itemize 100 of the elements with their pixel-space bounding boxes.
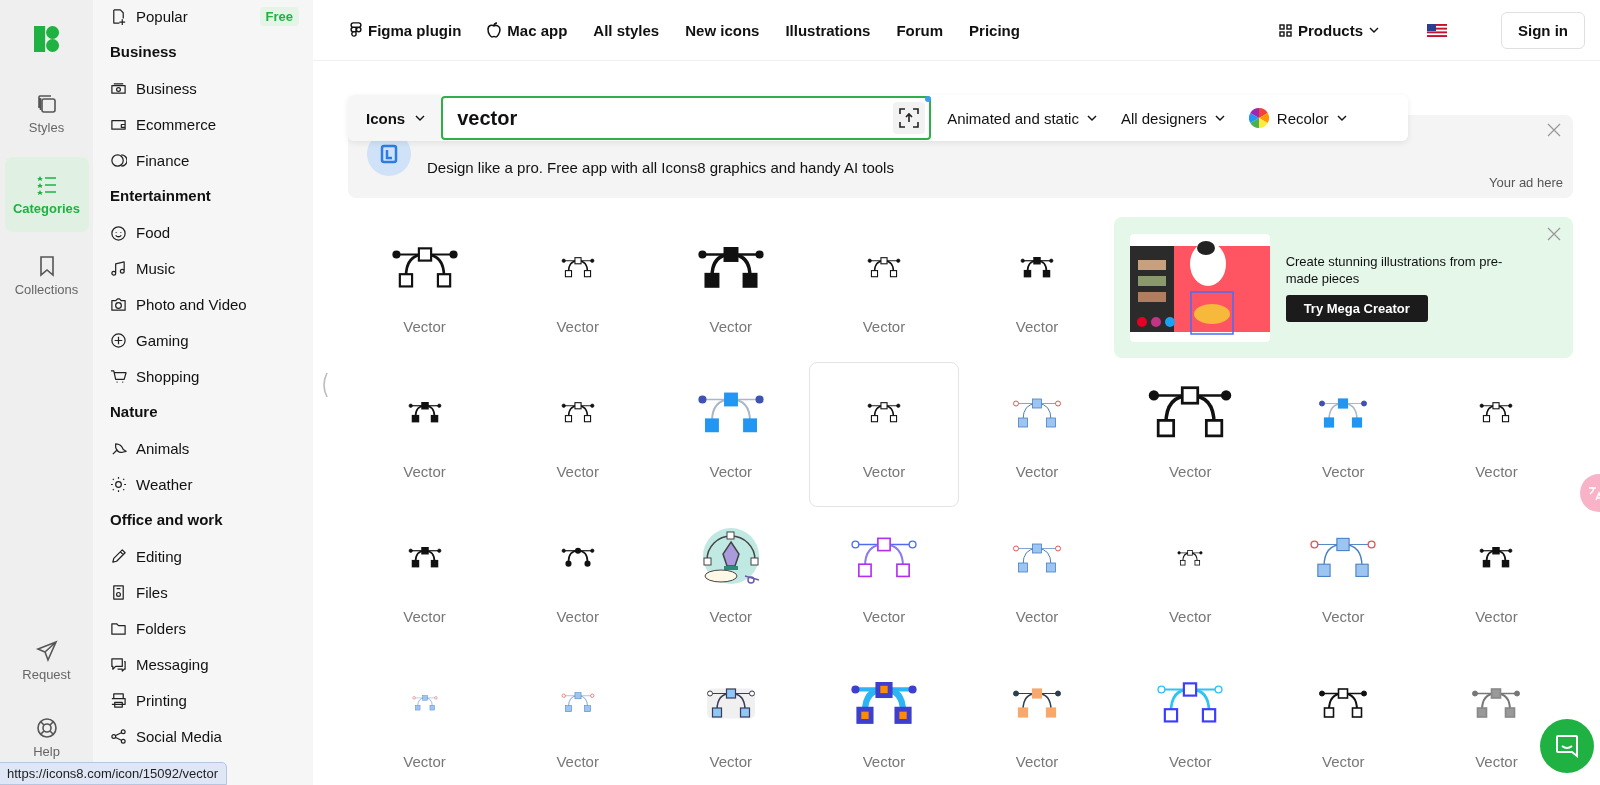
icon-tile[interactable]: Vector [656, 507, 806, 652]
nav-link[interactable]: New icons [685, 21, 760, 39]
icon-tile[interactable]: Vector [503, 507, 653, 652]
ad-note: Your ad here [1489, 175, 1563, 190]
vector-icon [407, 402, 442, 424]
icon-tile[interactable]: Vector [656, 217, 806, 362]
category-link[interactable]: Printing [136, 691, 187, 709]
icon-tile[interactable]: Vector [656, 362, 806, 507]
sign-in-button[interactable]: Sign in [1501, 11, 1585, 49]
filter-dropdown[interactable]: Animated and static [939, 109, 1105, 127]
category-link[interactable]: Social Media [136, 727, 222, 745]
close-icon[interactable] [1547, 123, 1561, 137]
category-link[interactable]: Popular [136, 7, 188, 25]
icon-tile[interactable]: Vector [1115, 652, 1265, 785]
image-search-button[interactable] [893, 102, 926, 134]
chat-icon [110, 655, 127, 673]
chat-button[interactable] [1540, 719, 1594, 773]
icon-tile[interactable]: Vector [1421, 507, 1571, 652]
vector-icon [560, 547, 595, 569]
camera-icon [110, 295, 127, 313]
category-link[interactable]: Files [136, 583, 168, 601]
icon-tile[interactable]: Vector [503, 652, 653, 785]
rail-link[interactable]: Help [4, 704, 89, 763]
free-badge: Free [259, 6, 299, 26]
nav-link[interactable]: Figma plugin [350, 21, 462, 39]
icon-tile[interactable]: Vector [809, 652, 959, 785]
document-plus-icon [110, 7, 127, 25]
icon-tile[interactable]: Vector [809, 507, 959, 652]
category-link[interactable]: Weather [136, 475, 193, 493]
search-field[interactable]: vector [441, 96, 932, 140]
category-link[interactable]: Messaging [136, 655, 209, 673]
vector-icon [849, 681, 918, 725]
category-link[interactable]: Shopping [136, 367, 200, 385]
vector-icon [411, 694, 438, 712]
nav-link[interactable]: Mac app [487, 21, 568, 39]
icon-tile[interactable]: Vector [350, 217, 500, 362]
category-link[interactable]: Business [136, 79, 197, 97]
category-link[interactable]: Animals [136, 439, 190, 457]
category-heading: Office and work [110, 510, 224, 530]
vector-icon [696, 391, 765, 435]
icon-tile[interactable]: Vector [1268, 507, 1418, 652]
icon-tile[interactable]: Vector [503, 362, 653, 507]
paper-plane-icon [34, 639, 59, 663]
icon-tile[interactable]: Vector [1268, 362, 1418, 507]
search-input[interactable]: vector [443, 105, 894, 131]
vector-icon [1147, 386, 1234, 440]
chat-icon [1554, 733, 1580, 759]
icon-tile[interactable]: Vector [350, 362, 500, 507]
nav-link[interactable]: Pricing [969, 21, 1020, 39]
icon-tile[interactable]: Vector [1115, 507, 1265, 652]
nav-link[interactable]: Illustrations [785, 21, 871, 39]
flag-icon[interactable] [1427, 23, 1447, 37]
category-link[interactable]: Finance [136, 151, 190, 169]
rail-tab[interactable]: Styles [4, 80, 89, 147]
vector-icon [390, 246, 459, 290]
vector-icon [1012, 542, 1063, 574]
icon-tile[interactable]: Vector [1421, 362, 1571, 507]
rail-link[interactable]: Request [4, 627, 89, 694]
icon-tile[interactable]: Vector [1115, 362, 1265, 507]
category-link[interactable]: Ecommerce [136, 115, 217, 133]
icon-tile[interactable]: Vector [1268, 652, 1418, 785]
category-link[interactable]: Photo and Video [136, 295, 247, 313]
rail-tab[interactable]: Collections [4, 242, 89, 309]
vector-icon [560, 402, 595, 424]
logo[interactable] [33, 26, 60, 52]
cart-icon [110, 367, 127, 385]
filter-dropdown[interactable]: All designers [1112, 109, 1233, 127]
filter-dropdown[interactable]: Recolor [1240, 108, 1355, 128]
caret-icon [1336, 115, 1347, 121]
icon-tile[interactable]: Vector [1421, 652, 1571, 785]
nav-link[interactable]: Forum [896, 21, 944, 39]
category-link[interactable]: Editing [136, 547, 182, 565]
printer-icon [110, 691, 127, 709]
nav-link[interactable]: All styles [593, 21, 660, 39]
icon-tile[interactable]: Vector [656, 652, 806, 785]
close-icon[interactable] [1547, 227, 1561, 241]
icon-tile[interactable]: Vector [809, 217, 959, 362]
category-heading: Business [110, 42, 178, 62]
icon-tile[interactable]: Vector [962, 507, 1112, 652]
try-button[interactable]: Try Mega Creator [1285, 295, 1428, 322]
icon-tile[interactable]: Vector [962, 217, 1112, 362]
face-icon [110, 223, 127, 241]
icon-tile[interactable]: Vector [350, 507, 500, 652]
caret-icon [1086, 115, 1097, 121]
grid-icon [1279, 23, 1292, 37]
category-link[interactable]: Gaming [136, 331, 189, 349]
category-link[interactable]: Folders [136, 619, 187, 637]
icon-tile[interactable]: Vector [962, 362, 1112, 507]
icon-tile[interactable]: Vector [503, 217, 653, 362]
category-link[interactable]: Food [136, 223, 171, 241]
icon-tile[interactable]: Vector [809, 362, 959, 507]
icon-tile[interactable]: Vector [962, 652, 1112, 785]
chevron-icon[interactable] [320, 372, 328, 398]
icon-tile[interactable]: Vector [350, 652, 500, 785]
category-link[interactable]: Music [136, 259, 176, 277]
category-heading: Entertainment [110, 186, 212, 206]
vector-icon [1020, 257, 1055, 279]
type-dropdown[interactable]: Icons [348, 95, 442, 141]
products-menu[interactable]: Products [1279, 21, 1379, 39]
vector-icon [1471, 687, 1522, 719]
